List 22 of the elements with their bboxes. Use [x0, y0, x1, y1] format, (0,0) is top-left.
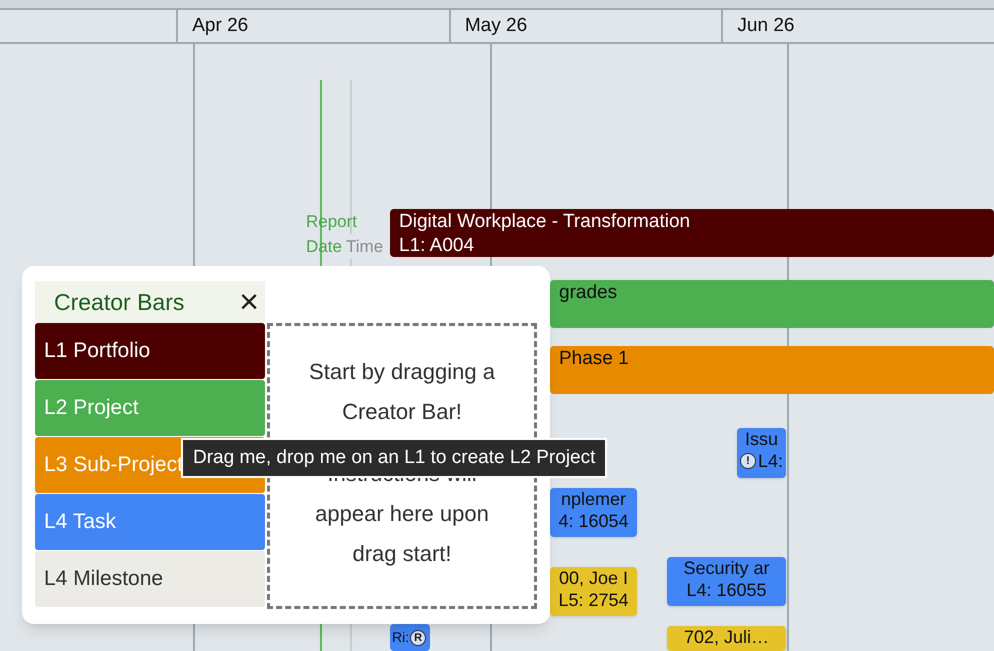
- drop-zone-text: Start by dragging a Creator Bar!: [308, 358, 496, 426]
- creator-bar[interactable]: L1 Portfolio: [35, 323, 265, 379]
- gantt-bar[interactable]: Ri: R: [390, 624, 430, 651]
- gantt-bar[interactable]: nplemer 4: 16054: [550, 488, 637, 537]
- time-label: Time: [346, 234, 384, 259]
- gantt-bar[interactable]: 00, Joe I L5: 2754: [550, 567, 637, 616]
- month-label: May 26: [464, 14, 528, 38]
- panel-title: Creator Bars: [54, 288, 184, 317]
- drag-tooltip: Drag me, drop me on an L1 to create L2 Project: [181, 438, 608, 478]
- status-badge: R: [410, 630, 426, 646]
- status-badge: !: [740, 453, 756, 469]
- gantt-bar[interactable]: Digital Workplace - Transformation L1: A004: [390, 209, 994, 257]
- month-label: Apr 26: [192, 14, 248, 38]
- creator-bar[interactable]: L4 Milestone: [35, 551, 265, 607]
- gantt-bar[interactable]: Phase 1: [550, 346, 994, 394]
- month-label: Jun 26: [737, 14, 794, 38]
- creator-bar[interactable]: L4 Task: [35, 494, 265, 550]
- gantt-bar[interactable]: 702, Juli…: [667, 626, 786, 651]
- gantt-bar[interactable]: grades: [550, 280, 994, 328]
- close-button[interactable]: ×: [239, 285, 259, 319]
- gantt-bar[interactable]: Security ar L4: 16055: [667, 557, 786, 606]
- gantt-bar[interactable]: Issu ! L4:: [737, 428, 786, 478]
